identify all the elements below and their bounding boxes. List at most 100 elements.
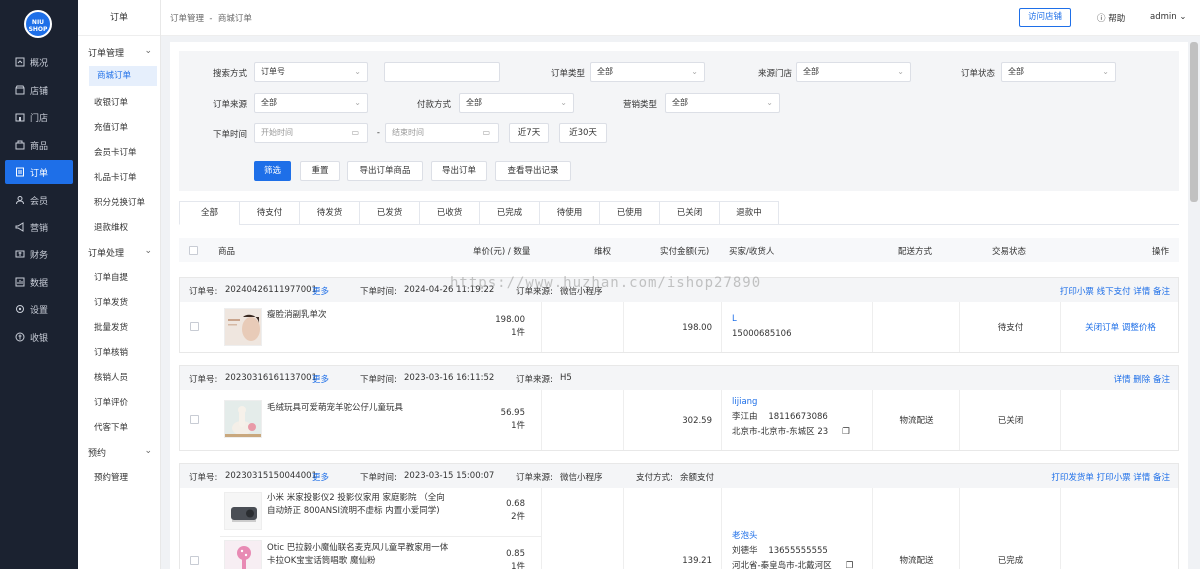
sub-item-cashier-order[interactable]: 收银订单 xyxy=(94,96,128,108)
order-type-select[interactable]: 全部 ⌄ xyxy=(590,62,705,82)
row-checkbox[interactable] xyxy=(190,415,199,424)
nav-item-settings[interactable]: 设置 xyxy=(5,297,73,321)
sub-item-verifier[interactable]: 核销人员 xyxy=(94,371,128,383)
sub-item-refund[interactable]: 退款维权 xyxy=(94,221,128,233)
product-price: 198.00 1件 xyxy=(495,315,525,338)
reset-button[interactable]: 重置 xyxy=(300,161,340,181)
product-name[interactable]: 毛绒玩具可爱萌宠羊驼公仔儿童玩具 xyxy=(267,402,403,415)
nav-item-marketing[interactable]: 营销 xyxy=(5,215,73,239)
sub-item-membercard-order[interactable]: 会员卡订单 xyxy=(94,146,137,158)
end-time-input[interactable]: 结束时间 ▭ xyxy=(385,123,499,143)
visit-store-button[interactable]: 访问店铺 xyxy=(1019,8,1071,27)
order-status-select[interactable]: 全部 ⌄ xyxy=(1001,62,1116,82)
sub-item-giftcard-order[interactable]: 礼品卡订单 xyxy=(94,171,137,183)
more-link[interactable]: 更多 xyxy=(312,471,329,483)
filter-panel: 搜索方式 订单号 ⌄ 订单类型 全部 ⌄ 来源门店 全部 ⌄ 订单状态 全部 ⌄ 订单来… xyxy=(179,51,1179,191)
buyer-name[interactable]: L xyxy=(732,312,737,326)
marketing-icon xyxy=(15,222,24,232)
row-checkbox[interactable] xyxy=(190,322,199,331)
chevron-down-icon: ⌄ xyxy=(144,246,152,256)
nav-item-goods[interactable]: 商品 xyxy=(5,133,73,157)
nav-item-finance[interactable]: 财务 xyxy=(5,242,73,266)
product-photo xyxy=(225,541,261,569)
tab-unpaid[interactable]: 待支付 xyxy=(239,201,299,225)
last-7-days-button[interactable]: 近7天 xyxy=(509,123,549,143)
order-ops[interactable]: 关闭订单 调整价格 xyxy=(1061,321,1180,335)
nav-item-member[interactable]: 会员 xyxy=(5,188,73,212)
user-menu[interactable]: admin ⌄ xyxy=(1150,12,1186,22)
tab-used[interactable]: 已使用 xyxy=(599,201,659,225)
product-image[interactable] xyxy=(224,492,262,530)
sub-item-verify[interactable]: 订单核销 xyxy=(94,346,128,358)
nav-item-store[interactable]: 店铺 xyxy=(5,78,73,102)
marketing-type-select[interactable]: 全部 ⌄ xyxy=(665,93,780,113)
select-all-checkbox[interactable] xyxy=(189,246,198,255)
more-link[interactable]: 更多 xyxy=(312,373,329,385)
copy-icon[interactable]: ❐ xyxy=(842,427,850,437)
product-image[interactable] xyxy=(224,540,262,569)
product-image[interactable] xyxy=(224,400,262,438)
product-name[interactable]: 小米 米家投影仪2 投影仪家用 家庭影院 （全向 自动矫正 800ANSI流明不虚… xyxy=(267,492,445,518)
status-tabs: 全部 待支付 待发货 已发货 已收货 已完成 待使用 已使用 已关闭 退款中 xyxy=(179,201,1179,225)
sub-item-proxy-order[interactable]: 代客下单 xyxy=(94,421,128,433)
niushop-logo[interactable]: NIU SHOP xyxy=(24,10,52,38)
order-actions[interactable]: 打印小票 线下支付 详情 备注 xyxy=(1060,285,1170,297)
page-scrollbar[interactable] xyxy=(1190,42,1198,202)
sub-item-pickup[interactable]: 订单自提 xyxy=(94,271,128,283)
sub-group-booking[interactable]: 预约 ⌄ xyxy=(88,446,152,459)
order-actions[interactable]: 打印发货单 打印小票 详情 备注 xyxy=(1051,471,1170,483)
last-30-days-button[interactable]: 近30天 xyxy=(559,123,607,143)
order-source-select[interactable]: 全部 ⌄ xyxy=(254,93,368,113)
sub-item-review[interactable]: 订单评价 xyxy=(94,396,128,408)
th-rights: 维权 xyxy=(594,247,612,257)
buyer-name[interactable]: 老泡头 xyxy=(732,529,758,543)
chevron-down-icon: ⌄ xyxy=(1179,12,1187,22)
sub-item-recharge-order[interactable]: 充值订单 xyxy=(94,121,128,133)
sub-item-batch-ship[interactable]: 批量发货 xyxy=(94,321,128,333)
sub-item-mall-order[interactable]: 商城订单 xyxy=(89,66,157,86)
order-body: 小米 米家投影仪2 投影仪家用 家庭影院 （全向 自动矫正 800ANSI流明不虚… xyxy=(180,488,1178,569)
sub-group-order-process[interactable]: 订单处理 ⌄ xyxy=(88,246,152,259)
nav-item-order[interactable]: 订单 xyxy=(5,160,73,184)
order-number: 20240426111977001 xyxy=(225,285,317,295)
tab-received[interactable]: 已收货 xyxy=(419,201,479,225)
nav-item-cashier[interactable]: 收银 xyxy=(5,325,73,349)
start-time-input[interactable]: 开始时间 ▭ xyxy=(254,123,368,143)
buyer-name[interactable]: lijiang xyxy=(732,395,757,409)
tab-closed[interactable]: 已关闭 xyxy=(659,201,719,225)
sub-nav-title: 订单 xyxy=(78,0,160,36)
watermark-text: https://www.huzhan.com/ishop27890 xyxy=(450,275,762,291)
search-input[interactable] xyxy=(384,62,500,82)
tab-to-use[interactable]: 待使用 xyxy=(539,201,599,225)
tab-to-ship[interactable]: 待发货 xyxy=(299,201,359,225)
product-name[interactable]: Otic 巴拉毅小魔仙联名麦克风儿童早教家用一体 卡拉OK宝宝话筒唱歌 魔仙粉 xyxy=(267,542,448,568)
store-select[interactable]: 全部 ⌄ xyxy=(796,62,911,82)
tab-all[interactable]: 全部 xyxy=(179,201,239,225)
more-link[interactable]: 更多 xyxy=(312,285,329,297)
nav-item-data[interactable]: 数据 xyxy=(5,270,73,294)
export-goods-button[interactable]: 导出订单商品 xyxy=(347,161,423,181)
search-type-select[interactable]: 订单号 ⌄ xyxy=(254,62,368,82)
sub-item-booking-manage[interactable]: 预约管理 xyxy=(94,471,128,483)
nav-item-overview[interactable]: 概况 xyxy=(5,50,73,74)
order-actions[interactable]: 详情 删除 备注 xyxy=(1114,373,1170,385)
product-price: 0.85 1件 xyxy=(506,549,525,569)
sub-item-ship[interactable]: 订单发货 xyxy=(94,296,128,308)
sub-item-points-order[interactable]: 积分兑换订单 xyxy=(94,196,145,208)
tab-completed[interactable]: 已完成 xyxy=(479,201,539,225)
pay-method-select[interactable]: 全部 ⌄ xyxy=(459,93,574,113)
paid-amount: 139.21 xyxy=(682,556,712,566)
tab-refunding[interactable]: 退款中 xyxy=(719,201,779,225)
row-checkbox[interactable] xyxy=(190,556,199,565)
sub-group-order-manage[interactable]: 订单管理 ⌄ xyxy=(88,46,152,59)
copy-icon[interactable]: ❐ xyxy=(846,561,854,569)
product-image[interactable] xyxy=(224,308,262,346)
export-order-button[interactable]: 导出订单 xyxy=(431,161,487,181)
filter-button[interactable]: 筛选 xyxy=(254,161,291,181)
help-link[interactable]: ⓘ 帮助 xyxy=(1097,12,1125,24)
nav-item-shop[interactable]: 门店 xyxy=(5,105,73,129)
product-name[interactable]: 瘦脸消副乳单次 xyxy=(267,309,327,322)
export-log-button[interactable]: 查看导出记录 xyxy=(495,161,571,181)
tab-shipped[interactable]: 已发货 xyxy=(359,201,419,225)
type-label: 订单类型 xyxy=(550,69,585,79)
